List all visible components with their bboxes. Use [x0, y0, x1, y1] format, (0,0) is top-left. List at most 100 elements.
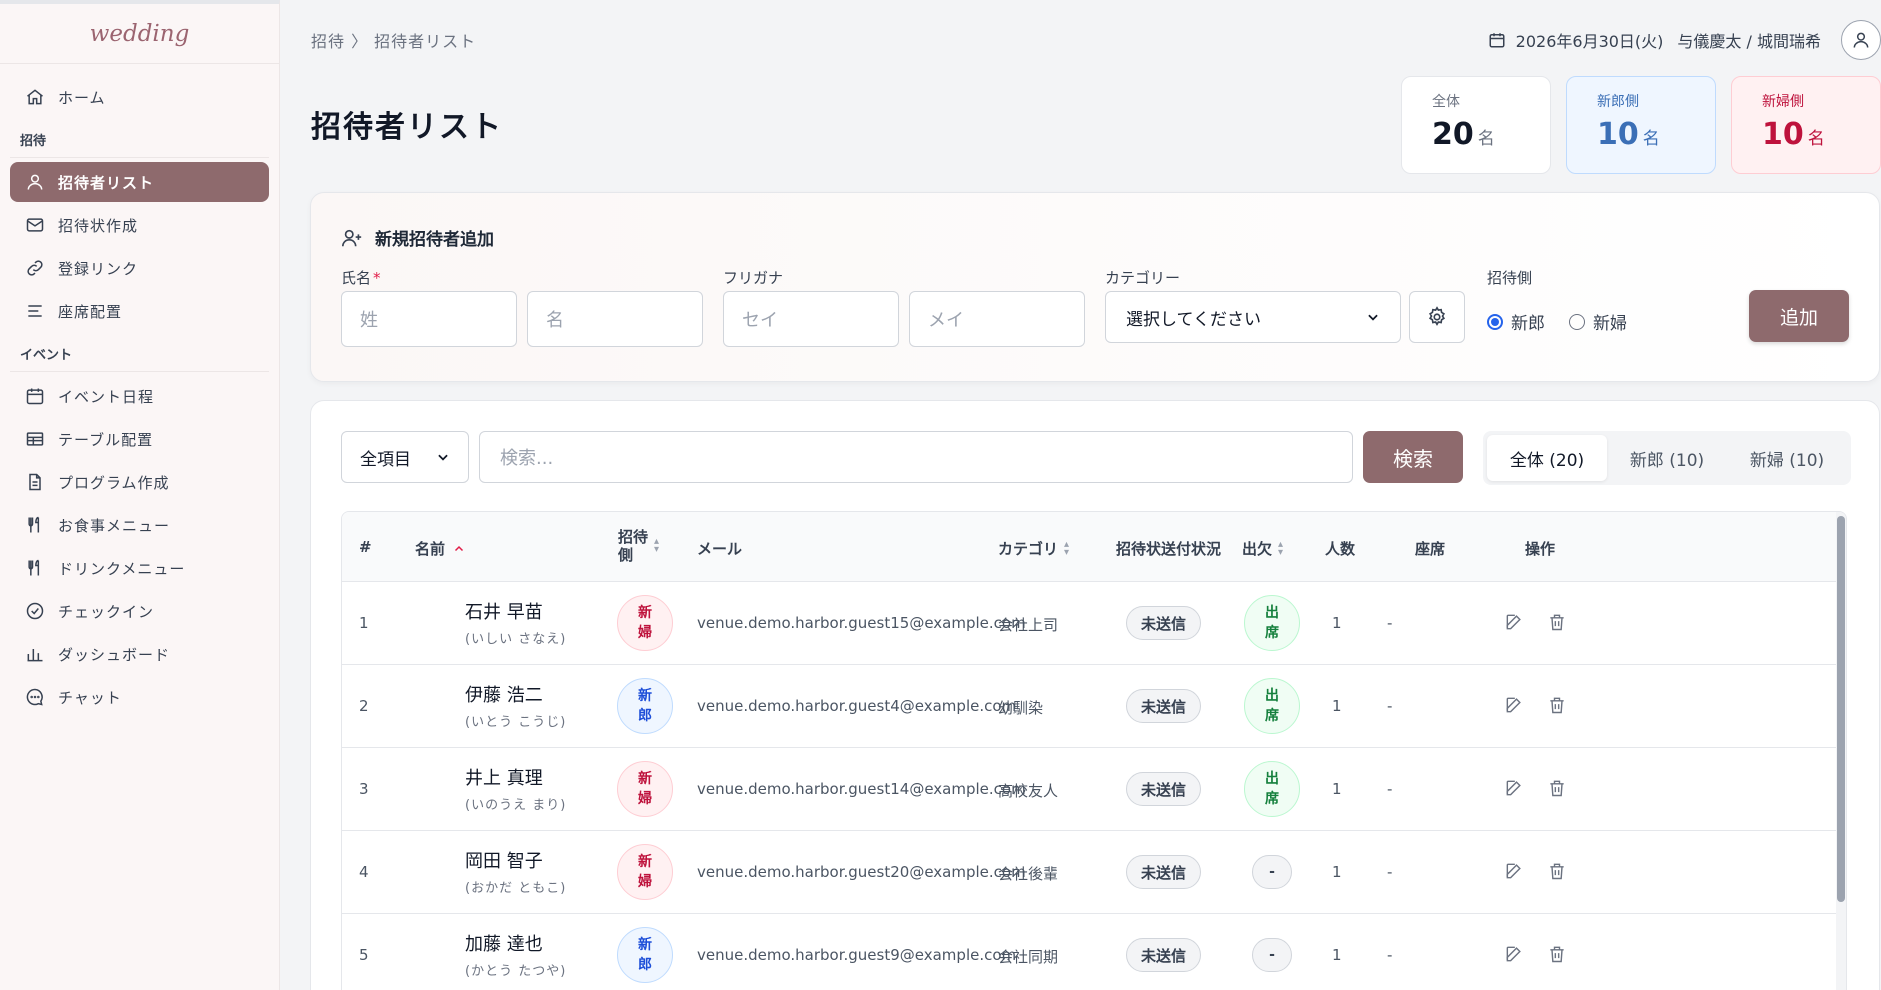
row-number: 3: [359, 780, 369, 798]
col-email: メール: [697, 540, 743, 558]
edit-button[interactable]: [1504, 861, 1526, 883]
guest-seat: -: [1387, 780, 1393, 798]
trash-icon: [1550, 780, 1564, 797]
guest-name-cell: 伊藤 浩二 (いとう こうじ): [465, 681, 566, 730]
sidebar-item-table-layout[interactable]: テーブル配置: [10, 419, 269, 459]
side-badge: 新郎: [617, 678, 673, 734]
sidebar-item-food-menu[interactable]: お食事メニュー: [10, 505, 269, 545]
sidebar-item-event-schedule[interactable]: イベント日程: [10, 376, 269, 416]
chevron-down-icon: [438, 454, 448, 461]
table-row[interactable]: 2 伊藤 浩二 (いとう こうじ) 新郎 venue.demo.harbor.guest…: [342, 665, 1846, 748]
document-icon: [24, 471, 46, 493]
first-name-input[interactable]: 名: [527, 291, 703, 347]
trash-icon: [1550, 946, 1564, 963]
guest-seat: -: [1387, 946, 1393, 964]
sidebar-item-label: チェックイン: [58, 602, 155, 621]
add-button[interactable]: 追加: [1749, 290, 1849, 342]
sort-icon: ▴ ▾: [1278, 538, 1284, 558]
search-field-select[interactable]: 全項目: [341, 431, 469, 483]
stat-bride-label: 新婦側: [1762, 94, 1804, 110]
col-attendance[interactable]: 出欠 ▴ ▾: [1242, 538, 1283, 559]
delete-button[interactable]: [1547, 861, 1569, 883]
search-input[interactable]: 検索...: [479, 431, 1353, 483]
kana-last-input[interactable]: セイ: [723, 291, 899, 347]
sidebar-item-guest-list[interactable]: 招待者リスト: [10, 162, 269, 202]
side-badge: 新郎: [617, 927, 673, 983]
event-date: 2026年6月30日(火): [1515, 32, 1664, 51]
side-radio-groom[interactable]: 新郎: [1487, 309, 1545, 334]
bar-chart-icon: [24, 643, 46, 665]
guest-seat: -: [1387, 863, 1393, 881]
brand-logo[interactable]: wedding: [0, 4, 279, 64]
last-name-input[interactable]: 姓: [341, 291, 517, 347]
row-number: 2: [359, 697, 369, 715]
sent-status-badge: 未送信: [1126, 689, 1202, 723]
sidebar-item-invitation-create[interactable]: 招待状作成: [10, 205, 269, 245]
scrollbar-thumb[interactable]: [1837, 516, 1845, 902]
stat-total: 全体 20 名: [1401, 76, 1551, 174]
guest-email: venue.demo.harbor.guest15@example.com: [697, 614, 1026, 632]
user-plus-icon: [342, 229, 362, 246]
table-row[interactable]: 5 加藤 達也 (かとう たつや) 新郎 venue.demo.harbor.guest…: [342, 914, 1846, 990]
add-guest-panel: 新規招待者追加 氏名 * 姓 名 フリガナ セイ メイ カテゴリー 選択してくださ…: [310, 192, 1880, 382]
guest-kana: (いしい さなえ): [465, 632, 567, 647]
category-settings-button[interactable]: [1409, 291, 1465, 343]
sidebar-item-chat[interactable]: チャット: [10, 677, 269, 717]
sidebar-item-register-link[interactable]: 登録リンク: [10, 248, 269, 288]
edit-button[interactable]: [1504, 695, 1526, 717]
utensils-icon: [24, 557, 46, 579]
table-row[interactable]: 3 井上 真理 (いのうえ まり) 新婦 venue.demo.harbor.guest…: [342, 748, 1846, 831]
sidebar-item-label: 招待状作成: [58, 216, 139, 235]
delete-button[interactable]: [1547, 778, 1569, 800]
sidebar-item-label: ドリンクメニュー: [58, 559, 186, 578]
delete-button[interactable]: [1547, 695, 1569, 717]
user-icon: [1853, 32, 1869, 48]
search-button[interactable]: 検索: [1363, 431, 1463, 483]
sent-status-badge: 未送信: [1126, 606, 1202, 640]
breadcrumb[interactable]: 招待 〉 招待者リスト: [311, 28, 476, 52]
side-radio-bride[interactable]: 新婦: [1569, 309, 1627, 334]
sidebar: wedding ホーム 招待 招待者リスト 招待状作成 登録リンク 座席配置 イ…: [0, 0, 280, 990]
check-circle-icon: [24, 600, 46, 622]
col-category[interactable]: カテゴリ ▴ ▾: [998, 538, 1069, 559]
delete-button[interactable]: [1547, 944, 1569, 966]
col-seat: 座席: [1415, 540, 1446, 558]
sent-status-badge: 未送信: [1126, 938, 1202, 972]
table-scrollbar[interactable]: [1836, 512, 1846, 990]
main-content: 招待 〉 招待者リスト 2026年6月30日(火) 与儀慶太 / 城間瑞希 招待…: [281, 4, 1881, 990]
guest-count: 1: [1332, 780, 1342, 798]
sidebar-item-program[interactable]: プログラム作成: [10, 462, 269, 502]
sidebar-item-drink-menu[interactable]: ドリンクメニュー: [10, 548, 269, 588]
edit-button[interactable]: [1504, 612, 1526, 634]
sidebar-item-dashboard[interactable]: ダッシュボード: [10, 634, 269, 674]
guest-count: 1: [1332, 863, 1342, 881]
sidebar-item-home[interactable]: ホーム: [10, 77, 269, 117]
edit-button[interactable]: [1504, 778, 1526, 800]
col-name[interactable]: 名前: [415, 538, 465, 559]
guest-name: 加藤 達也: [465, 934, 543, 955]
sidebar-item-checkin[interactable]: チェックイン: [10, 591, 269, 631]
gear-icon: [1428, 306, 1446, 326]
edit-icon: [1506, 780, 1521, 796]
edit-button[interactable]: [1504, 944, 1526, 966]
tab-groom[interactable]: 新郎 (10): [1607, 435, 1727, 481]
delete-button[interactable]: [1547, 612, 1569, 634]
stat-groom: 新郎側 10 名: [1566, 76, 1716, 174]
sidebar-nav: ホーム 招待 招待者リスト 招待状作成 登録リンク 座席配置 イベント イベント…: [0, 64, 279, 730]
user-avatar[interactable]: [1841, 20, 1881, 60]
col-side[interactable]: 招待側 ▴ ▾: [618, 528, 659, 564]
sidebar-item-seating[interactable]: 座席配置: [10, 291, 269, 331]
col-count: 人数: [1325, 540, 1356, 558]
stat-total-label: 全体: [1432, 94, 1460, 110]
side-badge: 新婦: [617, 595, 673, 651]
chevron-up-icon: [454, 545, 464, 551]
category-select[interactable]: 選択してください: [1105, 291, 1401, 343]
tab-all[interactable]: 全体 (20): [1487, 435, 1607, 481]
sidebar-section-invite: 招待: [10, 120, 269, 158]
kana-first-input[interactable]: メイ: [909, 291, 1085, 347]
guest-email: venue.demo.harbor.guest14@example.com: [697, 780, 1026, 798]
tab-bride[interactable]: 新婦 (10): [1727, 435, 1847, 481]
stat-groom-label: 新郎側: [1597, 94, 1639, 110]
table-row[interactable]: 1 石井 早苗 (いしい さなえ) 新婦 venue.demo.harbor.guest…: [342, 582, 1846, 665]
table-row[interactable]: 4 岡田 智子 (おかだ ともこ) 新婦 venue.demo.harbor.guest…: [342, 831, 1846, 914]
